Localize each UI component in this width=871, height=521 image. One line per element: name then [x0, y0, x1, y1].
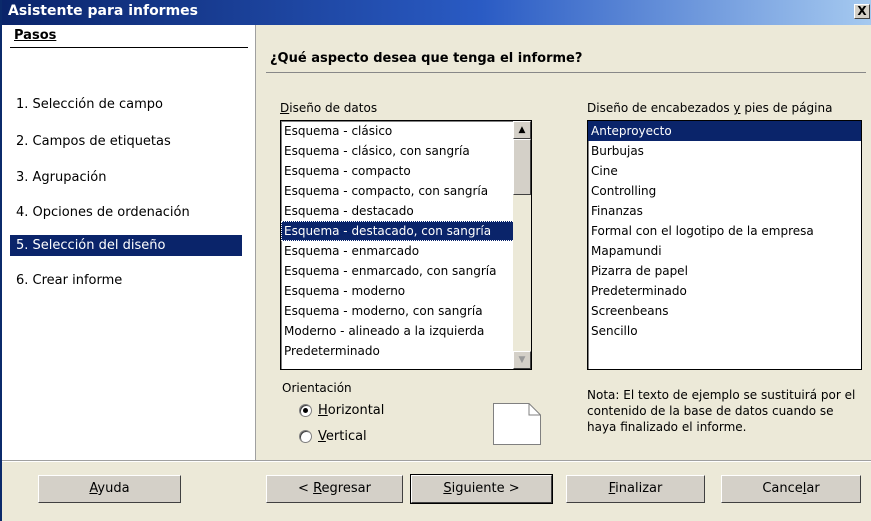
header-layout-item[interactable]: Cine: [588, 161, 861, 181]
next-button[interactable]: Siguiente >: [410, 474, 553, 504]
header-layout-label: Diseño de encabezados y pies de página: [587, 101, 833, 115]
steps-heading: Pasos: [14, 28, 57, 43]
data-layout-item[interactable]: Esquema - destacado: [281, 201, 531, 221]
data-layout-item[interactable]: Esquema - clásico: [281, 121, 531, 141]
step-sort-options[interactable]: 4. Opciones de ordenación: [10, 202, 242, 223]
header-layout-item[interactable]: Predeterminado: [588, 281, 861, 301]
data-layout-item[interactable]: Esquema - compacto: [281, 161, 531, 181]
data-layout-scrollbar[interactable]: ▲ ▼: [513, 121, 531, 369]
scroll-up-arrow-icon: ▲: [518, 125, 526, 135]
data-layout-item[interactable]: Esquema - moderno, con sangría: [281, 301, 531, 321]
header-layout-item[interactable]: Sencillo: [588, 321, 861, 341]
data-layout-item[interactable]: Esquema - compacto, con sangría: [281, 181, 531, 201]
back-button[interactable]: < Regresar: [266, 475, 403, 503]
header-layout-item[interactable]: Controlling: [588, 181, 861, 201]
header-layout-item[interactable]: Mapamundi: [588, 241, 861, 261]
header-layout-item[interactable]: Pizarra de papel: [588, 261, 861, 281]
scroll-down-arrow-icon: ▼: [518, 355, 526, 365]
page-heading: ¿Qué aspecto desea que tenga el informe?: [270, 51, 583, 66]
button-bar-separator: [2, 460, 871, 462]
horizontal-label: Horizontal: [318, 403, 385, 418]
step-field-selection[interactable]: 1. Selección de campo: [10, 94, 242, 115]
help-button[interactable]: Ayuda: [38, 475, 181, 503]
page-preview-icon: [493, 403, 541, 445]
header-layout-item[interactable]: Burbujas: [588, 141, 861, 161]
step-grouping[interactable]: 3. Agrupación: [10, 167, 242, 188]
data-layout-label: Diseño de datos: [280, 101, 378, 115]
horizontal-radio[interactable]: [299, 404, 312, 417]
step-create-report[interactable]: 6. Crear informe: [10, 270, 242, 291]
finish-button[interactable]: Finalizar: [566, 475, 705, 503]
sample-text-note: Nota: El texto de ejemplo se sustituirá …: [587, 388, 856, 434]
vertical-radio[interactable]: [299, 430, 312, 443]
heading-divider: [266, 72, 866, 73]
vertical-label: Vertical: [318, 429, 367, 444]
orientation-horizontal-option[interactable]: Horizontal: [299, 403, 384, 418]
step-layout-selection[interactable]: 5. Selección del diseño: [10, 235, 242, 256]
data-layout-item[interactable]: Esquema - clásico, con sangría: [281, 141, 531, 161]
steps-divider: [10, 47, 248, 48]
data-layout-item[interactable]: Moderno - alineado a la izquierda: [281, 321, 531, 341]
step-label-fields[interactable]: 2. Campos de etiquetas: [10, 131, 242, 152]
data-layout-item[interactable]: Esquema - enmarcado: [281, 241, 531, 261]
data-layout-item[interactable]: Esquema - destacado, con sangría: [281, 221, 531, 241]
data-layout-item[interactable]: Esquema - enmarcado, con sangría: [281, 261, 531, 281]
data-layout-item[interactable]: Esquema - moderno: [281, 281, 531, 301]
data-layout-listbox[interactable]: Esquema - clásico Esquema - clásico, con …: [280, 120, 532, 370]
cancel-button[interactable]: Cancelar: [721, 475, 861, 503]
orientation-label: Orientación: [282, 381, 352, 395]
scroll-down-button[interactable]: ▼: [513, 351, 531, 369]
header-layout-item[interactable]: Finanzas: [588, 201, 861, 221]
title-bar: Asistente para informes X: [2, 0, 871, 25]
scroll-up-button[interactable]: ▲: [513, 121, 531, 139]
data-layout-item[interactable]: Predeterminado: [281, 341, 531, 361]
window-title: Asistente para informes: [8, 3, 199, 19]
orientation-vertical-option[interactable]: Vertical: [299, 429, 367, 444]
header-layout-item[interactable]: Screenbeans: [588, 301, 861, 321]
header-layout-listbox[interactable]: Anteproyecto Burbujas Cine Controlling Finan…: [587, 120, 862, 370]
close-button[interactable]: X: [854, 4, 870, 19]
close-icon: X: [857, 4, 867, 18]
scroll-thumb[interactable]: [513, 139, 531, 195]
header-layout-item[interactable]: Anteproyecto: [588, 121, 861, 141]
header-layout-item[interactable]: Formal con el logotipo de la empresa: [588, 221, 861, 241]
